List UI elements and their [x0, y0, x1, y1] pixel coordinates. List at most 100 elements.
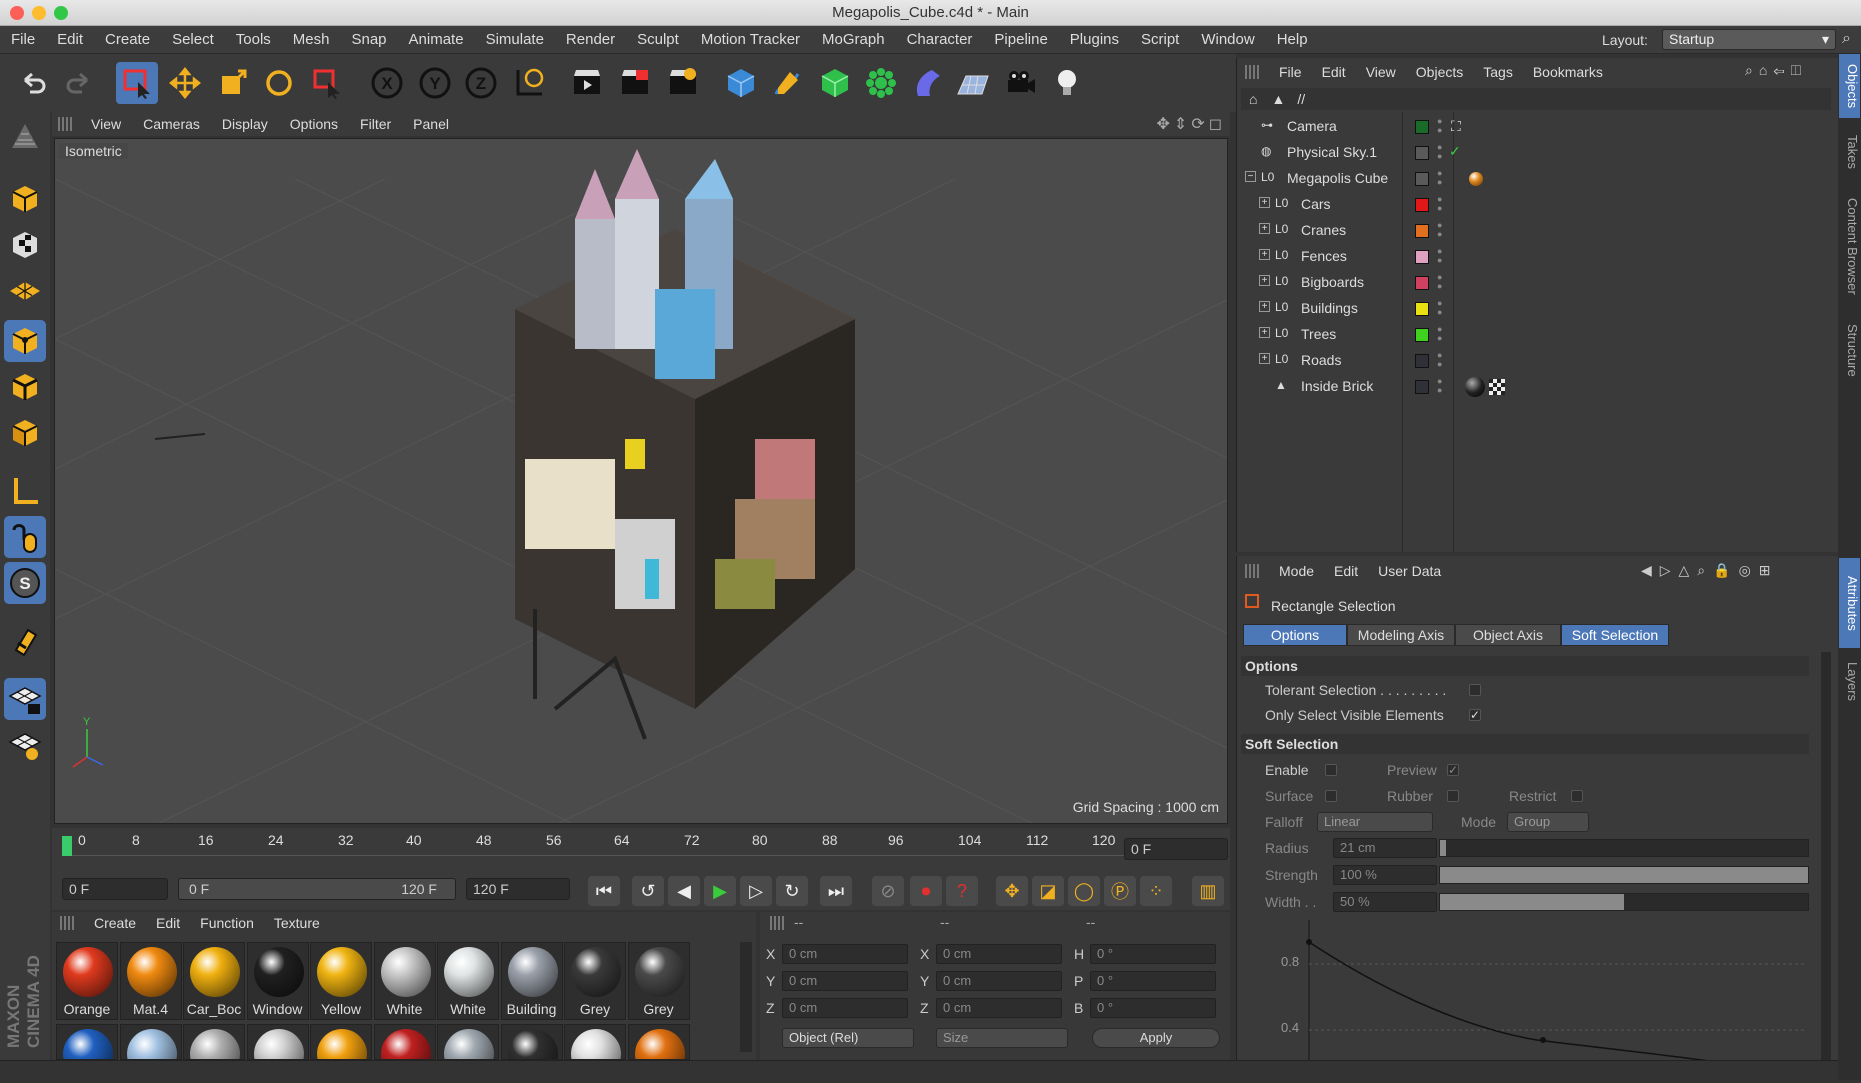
keyframe-selection-icon[interactable]: ⊘	[872, 876, 904, 906]
tweak-mode-icon[interactable]	[4, 516, 46, 558]
frame-range-slider[interactable]: 0 F 120 F	[178, 878, 456, 900]
visibility-dots-icon[interactable]: ● ●	[1437, 299, 1442, 317]
menu-edit[interactable]: Edit	[46, 26, 94, 54]
floor-icon[interactable]	[952, 62, 994, 104]
material-swatch[interactable]: Car_Boc	[183, 942, 245, 1020]
menu-help[interactable]: Help	[1266, 26, 1319, 54]
falloff-graph[interactable]: 0.8 0.4	[1277, 920, 1808, 1080]
rotation-p-field[interactable]: 0 °	[1090, 971, 1216, 991]
layer-color-swatch[interactable]	[1415, 354, 1429, 368]
uvw-tag-icon[interactable]	[1489, 379, 1505, 395]
object-row[interactable]: ◍ Physical Sky.1 ● ● ✓	[1243, 140, 1829, 166]
material-swatch[interactable]: Building	[500, 942, 563, 1020]
redo-icon[interactable]	[58, 62, 100, 104]
expand-toggle-icon[interactable]: +	[1259, 275, 1270, 286]
expand-toggle-icon[interactable]: +	[1259, 327, 1270, 338]
next-frame-icon[interactable]: ▷	[740, 876, 772, 906]
tolerant-selection-checkbox[interactable]	[1469, 684, 1481, 696]
locked-workplane-icon[interactable]	[4, 678, 46, 720]
object-menu-edit[interactable]: Edit	[1312, 64, 1356, 80]
tab-object-axis[interactable]: Object Axis	[1455, 624, 1561, 646]
menu-mesh[interactable]: Mesh	[282, 26, 341, 54]
rotation-h-field[interactable]: 0 °	[1090, 944, 1216, 964]
material-menu-edit[interactable]: Edit	[146, 915, 190, 931]
material-swatch[interactable]: Grey	[627, 942, 690, 1020]
object-row[interactable]: + L0 Fences ● ●	[1243, 244, 1829, 270]
material-swatch[interactable]	[119, 1024, 182, 1060]
record-active-objects-icon[interactable]: ⏺	[910, 876, 942, 906]
material-swatch[interactable]	[183, 1024, 245, 1060]
material-swatch[interactable]	[500, 1024, 563, 1060]
menu-create[interactable]: Create	[94, 26, 161, 54]
x-axis-icon[interactable]: X	[366, 62, 408, 104]
move-icon[interactable]	[164, 62, 206, 104]
scale-icon[interactable]	[212, 62, 254, 104]
visibility-dots-icon[interactable]: ● ●	[1437, 377, 1442, 395]
expand-toggle-icon[interactable]: +	[1259, 197, 1270, 208]
rotate-icon[interactable]	[258, 62, 300, 104]
attribute-nav-icons[interactable]: ◀▷△⌕🔒◎⊞	[1641, 562, 1779, 579]
object-row[interactable]: + L0 Bigboards ● ●	[1243, 270, 1829, 296]
viewport-menu-cameras[interactable]: Cameras	[132, 112, 211, 136]
position-z-field[interactable]: 0 cm	[782, 998, 908, 1018]
z-axis-icon[interactable]: Z	[460, 62, 502, 104]
timeline-ruler[interactable]: 0 8 16 24 32 40 48 56 64 72 80 88 96 104…	[52, 828, 1230, 870]
tab-attributes-vertical[interactable]: Attributes	[1839, 558, 1860, 648]
world-coordinates-icon[interactable]	[508, 62, 550, 104]
menu-character[interactable]: Character	[896, 26, 984, 54]
menu-snap[interactable]: Snap	[340, 26, 397, 54]
layer-color-swatch[interactable]	[1415, 224, 1429, 238]
rubber-checkbox[interactable]	[1447, 790, 1459, 802]
material-swatch[interactable]	[627, 1024, 690, 1060]
viewport-menu-panel[interactable]: Panel	[402, 112, 460, 136]
end-frame-field[interactable]: 120 F	[466, 878, 570, 900]
tab-modeling-axis[interactable]: Modeling Axis	[1347, 624, 1455, 646]
layer-color-swatch[interactable]	[1415, 380, 1429, 394]
layout-select[interactable]: Startup ▾	[1662, 29, 1836, 50]
object-row[interactable]: + L0 Buildings ● ●	[1243, 296, 1829, 322]
edges-mode-icon[interactable]	[4, 366, 46, 408]
visibility-dots-icon[interactable]: ● ●	[1437, 325, 1442, 343]
material-swatch[interactable]	[246, 1024, 309, 1060]
menu-pipeline[interactable]: Pipeline	[983, 26, 1058, 54]
surface-checkbox[interactable]	[1325, 790, 1337, 802]
visibility-dots-icon[interactable]: ● ●	[1437, 143, 1442, 161]
attribute-menu-user-data[interactable]: User Data	[1368, 563, 1451, 579]
menu-plugins[interactable]: Plugins	[1059, 26, 1130, 54]
solo-mode-icon[interactable]: S	[4, 562, 46, 604]
tab-objects-vertical[interactable]: Objects	[1839, 54, 1860, 118]
menu-tools[interactable]: Tools	[225, 26, 282, 54]
visibility-dots-icon[interactable]: ● ●	[1437, 117, 1442, 135]
autokeying-icon[interactable]: ?	[946, 876, 978, 906]
snap-magnet-icon[interactable]	[4, 620, 46, 662]
object-menu-objects[interactable]: Objects	[1406, 64, 1473, 80]
falloff-select[interactable]: Linear	[1317, 812, 1433, 832]
preview-checkbox[interactable]: ✓	[1447, 764, 1459, 776]
size-y-field[interactable]: 0 cm	[936, 971, 1062, 991]
material-tag-icon[interactable]	[1465, 377, 1485, 397]
menu-simulate[interactable]: Simulate	[475, 26, 555, 54]
live-selection-icon[interactable]	[306, 62, 348, 104]
viewport-menu-view[interactable]: View	[80, 112, 132, 136]
enable-checkbox[interactable]	[1325, 764, 1337, 776]
up-arrow-icon[interactable]: ▲	[1271, 91, 1285, 107]
menu-mograph[interactable]: MoGraph	[811, 26, 896, 54]
material-swatch[interactable]: Orange	[56, 942, 118, 1020]
material-swatch[interactable]: Grey	[564, 942, 626, 1020]
start-frame-field[interactable]: 0 F	[62, 878, 168, 900]
menu-window[interactable]: Window	[1190, 26, 1265, 54]
go-to-end-icon[interactable]: ⏭	[820, 876, 852, 906]
make-editable-icon[interactable]	[4, 116, 46, 158]
planar-workplane-icon[interactable]	[4, 724, 46, 766]
camera-icon[interactable]	[1000, 62, 1042, 104]
undo-icon[interactable]	[12, 62, 54, 104]
record-rotation-icon[interactable]: ◯	[1068, 876, 1100, 906]
edit-render-settings-icon[interactable]	[662, 62, 704, 104]
object-row[interactable]: + L0 Cars ● ●	[1243, 192, 1829, 218]
protection-tag-icon[interactable]: ⛶	[1451, 118, 1461, 135]
object-menu-file[interactable]: File	[1269, 64, 1312, 80]
render-picture-viewer-icon[interactable]	[614, 62, 656, 104]
material-menu-texture[interactable]: Texture	[264, 915, 330, 931]
size-mode-select[interactable]: Size	[936, 1028, 1068, 1048]
previous-key-icon[interactable]: ↺	[632, 876, 664, 906]
